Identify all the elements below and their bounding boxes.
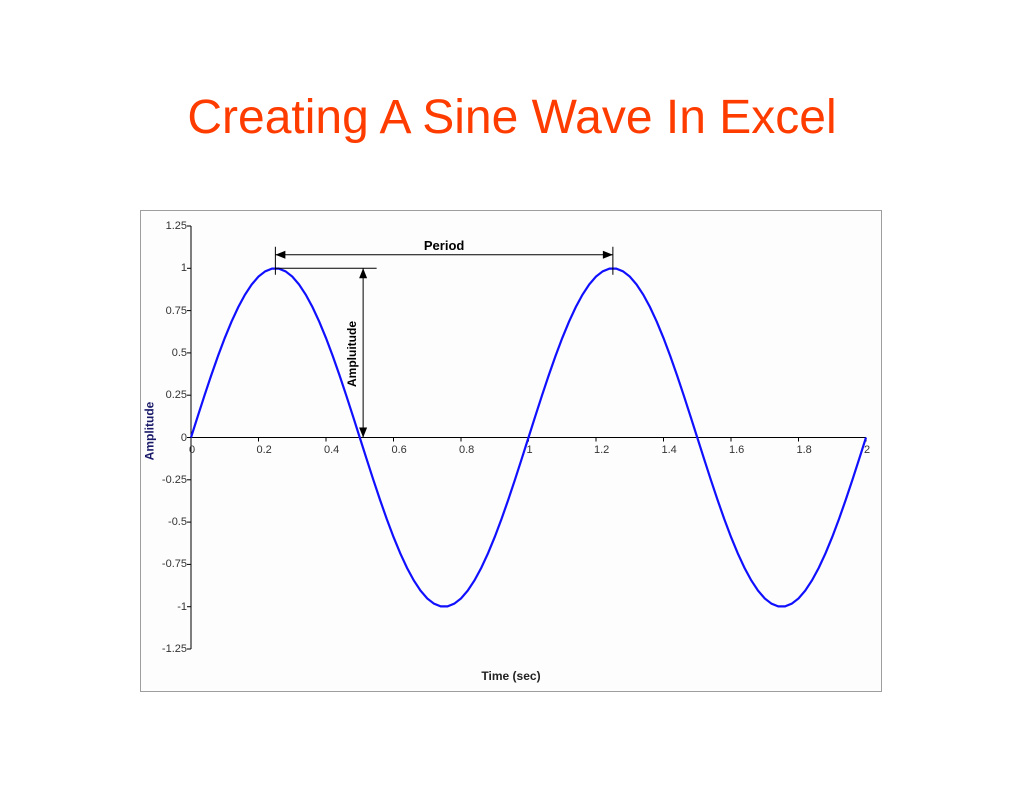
- y-tick-label: -0.5: [151, 516, 187, 528]
- x-tick-label: 2: [864, 444, 870, 456]
- y-tick-label: 0.75: [151, 305, 187, 317]
- x-tick-label: 0: [189, 444, 195, 456]
- x-tick-label: 1.6: [729, 444, 744, 456]
- y-tick-label: 0.5: [151, 347, 187, 359]
- x-tick-label: 0.4: [324, 444, 339, 456]
- x-tick-label: 0.6: [392, 444, 407, 456]
- x-axis-label: Time (sec): [141, 669, 881, 683]
- y-tick-label: -1.25: [151, 643, 187, 655]
- x-tick-label: 1.2: [594, 444, 609, 456]
- plot-area: Period Ampluitude -1.25-1-0.75-0.5-0.250…: [191, 226, 866, 649]
- y-tick-label: 1.25: [151, 220, 187, 232]
- x-tick-label: 1.4: [662, 444, 677, 456]
- period-annotation-label: Period: [424, 238, 464, 253]
- amplitude-annotation-label: Ampluitude: [345, 321, 359, 387]
- y-tick-label: 1: [151, 262, 187, 274]
- y-tick-label: -1: [151, 601, 187, 613]
- y-tick-label: 0: [151, 432, 187, 444]
- y-tick-label: -0.25: [151, 474, 187, 486]
- x-tick-label: 0.8: [459, 444, 474, 456]
- x-tick-label: 0.2: [257, 444, 272, 456]
- y-tick-label: -0.75: [151, 558, 187, 570]
- x-tick-label: 1.8: [797, 444, 812, 456]
- chart-frame: Amplitude Time (sec) Period Ampluitude -…: [140, 210, 882, 692]
- page-title: Creating A Sine Wave In Excel: [0, 90, 1024, 145]
- x-tick-label: 1: [527, 444, 533, 456]
- chart-svg: [191, 226, 866, 649]
- y-tick-label: 0.25: [151, 389, 187, 401]
